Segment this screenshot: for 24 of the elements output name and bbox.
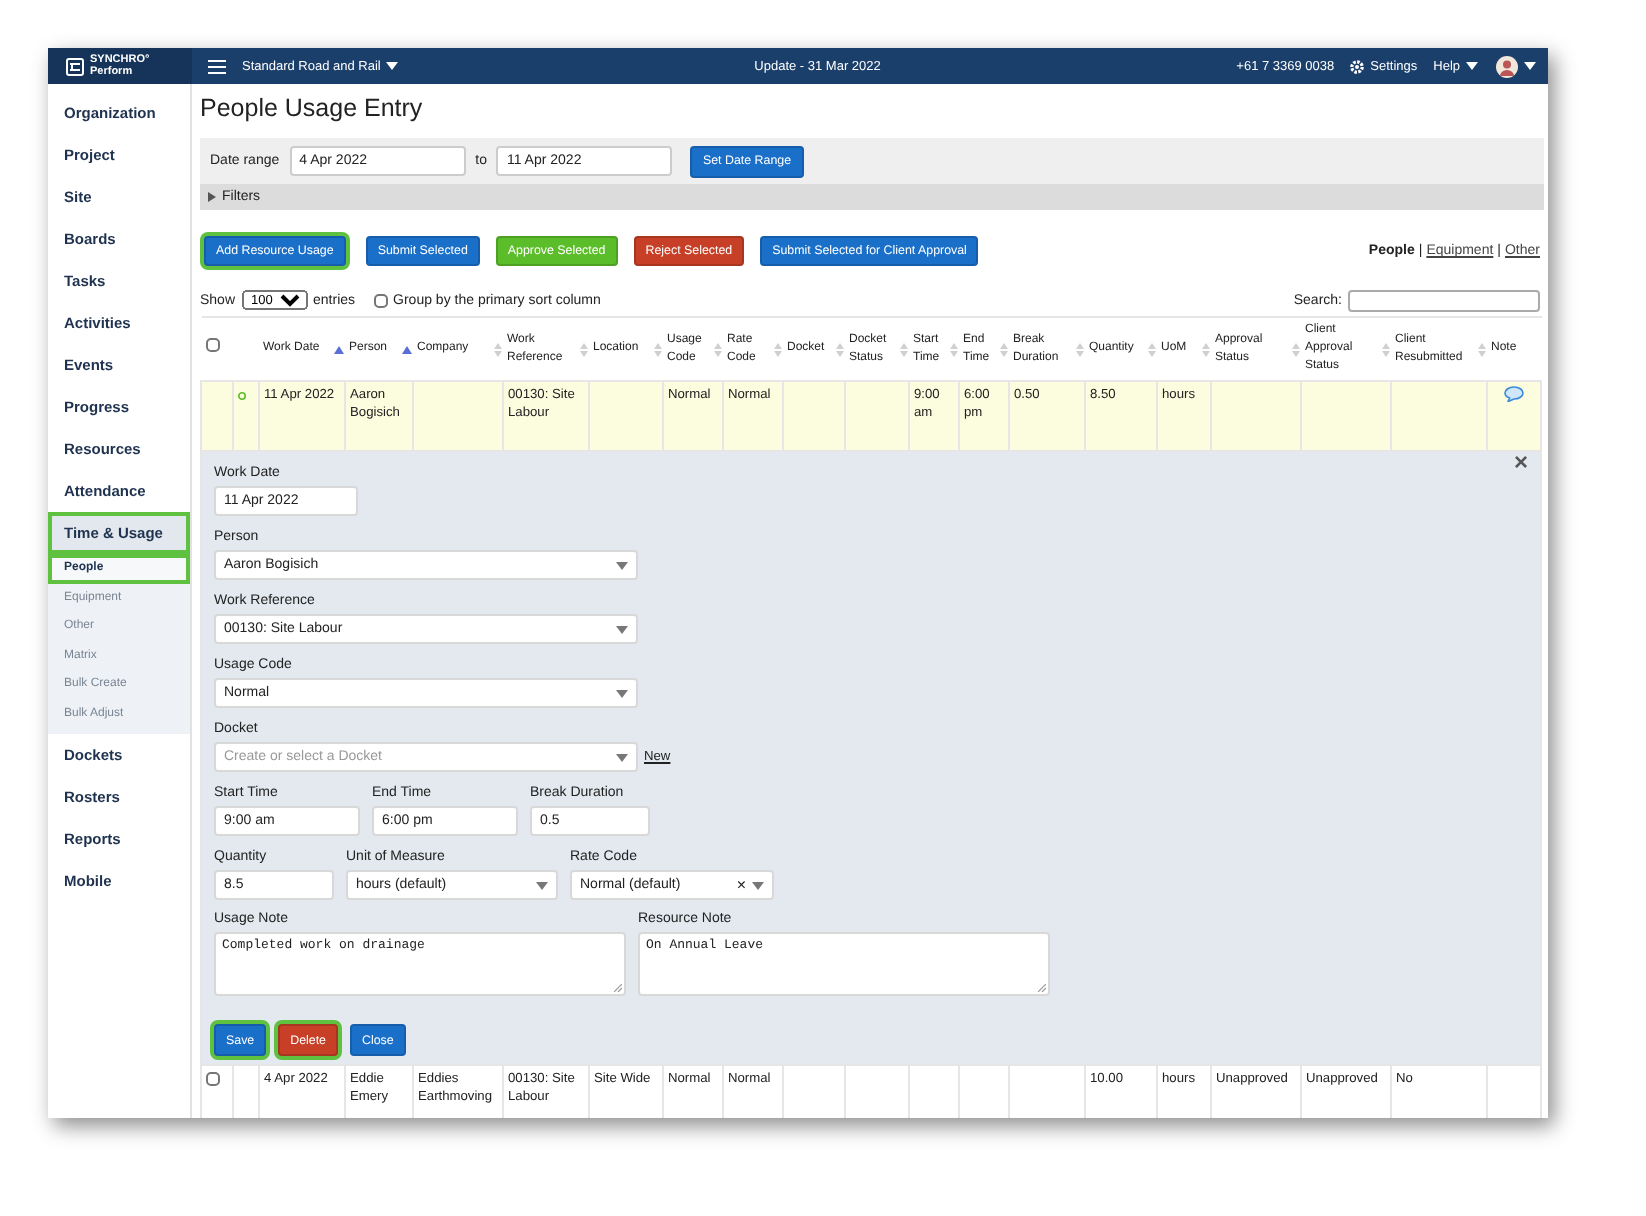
settings-icon[interactable] [1350, 59, 1365, 73]
caret-icon [752, 881, 764, 889]
page-title: People Usage Entry [200, 94, 425, 126]
caret-icon [616, 625, 628, 633]
caret-icon [386, 62, 399, 70]
caret-icon [616, 561, 628, 569]
close-icon[interactable]: × [1513, 454, 1528, 472]
select-all-checkbox[interactable] [205, 338, 219, 352]
caret-icon [1466, 62, 1479, 70]
caret-icon [616, 689, 628, 697]
caret-icon [616, 753, 628, 761]
group-checkbox[interactable] [373, 293, 388, 307]
row-checkbox[interactable] [206, 1072, 220, 1086]
menu-icon[interactable] [208, 59, 226, 73]
logo-icon [66, 57, 84, 75]
caret-icon [1524, 62, 1537, 70]
search-field[interactable] [1348, 289, 1540, 311]
resize-grip-icon [1038, 984, 1046, 992]
caret-icon [536, 881, 548, 889]
speech-bubble-icon[interactable] [1504, 386, 1524, 402]
expand-arrow-icon [208, 192, 216, 202]
resize-grip-icon [614, 984, 622, 992]
clear-icon[interactable]: × [736, 872, 746, 898]
avatar-icon[interactable] [1496, 55, 1519, 77]
